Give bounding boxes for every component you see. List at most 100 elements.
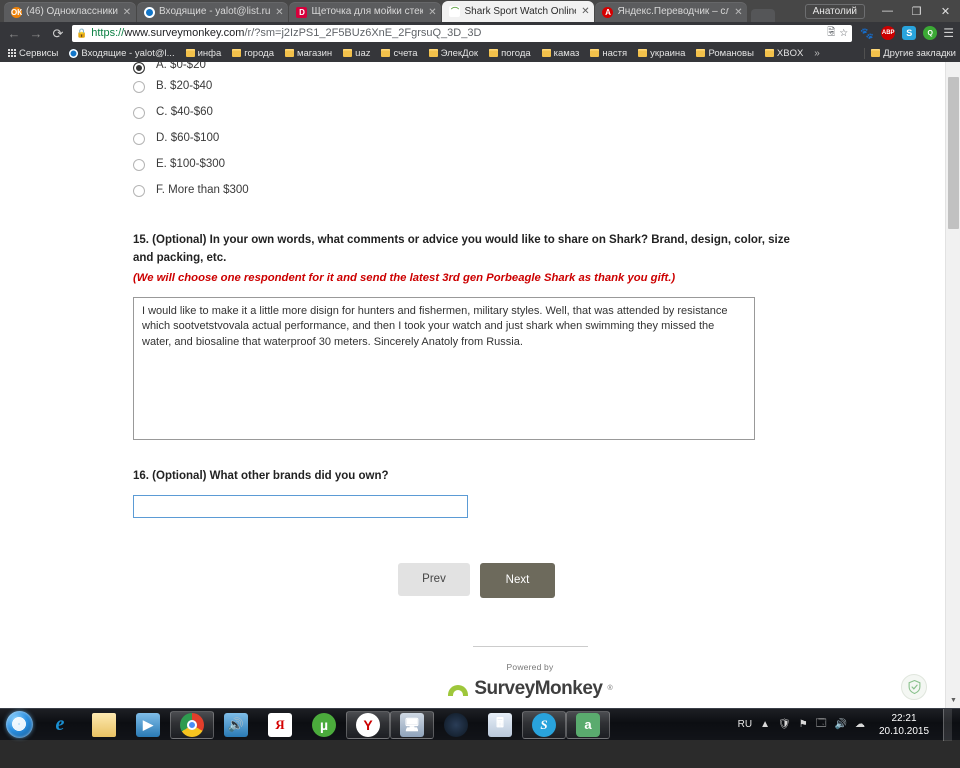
- page-scrollbar[interactable]: ▼: [945, 62, 960, 708]
- close-window-button[interactable]: ✕: [931, 1, 960, 21]
- tab-close-icon[interactable]: ✕: [122, 7, 132, 18]
- folder-icon: [185, 49, 195, 57]
- radio-option-b[interactable]: B. $20-$40: [133, 74, 945, 100]
- browser-tab-0[interactable]: ОК (46) Одноклассники ✕: [4, 2, 136, 22]
- volume-icon[interactable]: 🔊: [835, 719, 847, 730]
- browser-tab-3-active[interactable]: ⌒ Shark Sport Watch Online ✕: [442, 1, 595, 22]
- radio-button-icon[interactable]: [133, 185, 145, 197]
- bookmark-folder-elekdok[interactable]: ЭлекДок: [425, 47, 482, 60]
- bookmark-label: XBOX: [776, 47, 804, 59]
- chrome-icon: [180, 712, 204, 737]
- bookmark-folder-kamaz[interactable]: камаз: [538, 47, 584, 60]
- forward-arrow-icon[interactable]: →: [28, 27, 44, 40]
- adguard-assistant-badge[interactable]: [901, 674, 927, 700]
- browser-tab-1[interactable]: Входящие - yalot@list.ru ✕: [137, 2, 289, 22]
- tab-close-icon[interactable]: ✕: [274, 7, 284, 18]
- scrollbar-thumb[interactable]: [948, 77, 959, 229]
- taskbar-nvidia-app[interactable]: [434, 710, 478, 740]
- browser-tab-2[interactable]: D Щеточка для мойки стек ✕: [289, 2, 442, 22]
- bookmark-folder-infa[interactable]: инфа: [182, 47, 226, 60]
- radio-option-a[interactable]: A. $0-$20: [133, 62, 945, 74]
- taskbar-adguard[interactable]: a: [566, 710, 610, 739]
- taskbar-clock[interactable]: 22:21 20.10.2015: [873, 712, 935, 738]
- adguard-icon[interactable]: Q: [923, 26, 938, 40]
- bookmark-folder-goroda[interactable]: города: [228, 47, 278, 60]
- skype-icon[interactable]: S: [902, 26, 917, 40]
- survey-page: A. $0-$20 B. $20-$40 C. $40-$60 D. $60-$…: [0, 62, 945, 708]
- other-bookmarks-folder[interactable]: Другие закладки: [864, 47, 956, 59]
- maximize-button[interactable]: ❐: [902, 1, 931, 21]
- chrome-browser-window: ОК (46) Одноклассники ✕ Входящие - yalot…: [0, 0, 960, 736]
- bookmark-label: uaz: [355, 47, 371, 59]
- tab-close-icon[interactable]: ✕: [580, 6, 590, 17]
- shark-icon: ⌒: [449, 6, 461, 17]
- radio-option-e[interactable]: E. $100-$300: [133, 152, 945, 178]
- action-center-icon[interactable]: 🗔: [816, 716, 827, 733]
- bookmark-folder-uaz[interactable]: uaz: [339, 47, 374, 60]
- taskbar-yandex-app[interactable]: Я: [258, 710, 302, 740]
- minimize-button[interactable]: —: [873, 1, 902, 21]
- new-tab-button[interactable]: [751, 9, 776, 22]
- nvidia-icon: [444, 712, 468, 737]
- windows-start-orb[interactable]: [0, 710, 38, 740]
- clock-time: 22:21: [891, 712, 917, 724]
- taskbar-skype[interactable]: S: [522, 710, 566, 739]
- monkey-head-icon: [447, 682, 469, 697]
- bookmark-item-mail[interactable]: Входящие - yalot@l...: [65, 47, 178, 60]
- bookmark-folder-pogoda[interactable]: погода: [485, 47, 535, 60]
- speaker-icon: 🔊: [224, 712, 248, 737]
- radio-option-c[interactable]: C. $40-$60: [133, 100, 945, 126]
- taskbar-calculator[interactable]: 🖩: [478, 710, 522, 740]
- question-15-textarea[interactable]: [133, 296, 755, 440]
- adguard-tray-icon[interactable]: 🛡: [778, 719, 791, 730]
- bookmarks-overflow-icon[interactable]: »: [810, 48, 824, 59]
- tab-close-icon[interactable]: ✕: [733, 7, 743, 18]
- taskbar-remote-desktop[interactable]: 🖥: [390, 710, 434, 739]
- radio-option-label: E. $100-$300: [156, 158, 226, 171]
- radio-option-f[interactable]: F. More than $300: [133, 178, 945, 204]
- window-controls: Анатолий — ❐ ✕: [804, 0, 960, 22]
- bookmark-star-icon[interactable]: ☆: [839, 28, 848, 39]
- taskbar-volume-app[interactable]: 🔊: [214, 710, 258, 740]
- bookmark-folder-romanovy[interactable]: Романовы: [692, 47, 757, 60]
- paw-icon[interactable]: 🐾: [860, 26, 874, 40]
- translate-icon[interactable]: 🗟: [827, 25, 835, 42]
- taskbar-media-player[interactable]: ▶: [126, 710, 170, 740]
- show-desktop-button[interactable]: [943, 708, 952, 741]
- radio-option-d[interactable]: D. $60-$100: [133, 126, 945, 152]
- bookmark-item-services[interactable]: Сервисы: [4, 47, 62, 60]
- radio-button-icon[interactable]: [133, 81, 145, 93]
- tab-close-icon[interactable]: ✕: [427, 7, 437, 18]
- radio-button-icon[interactable]: [133, 159, 145, 171]
- taskbar-file-explorer[interactable]: [82, 710, 126, 740]
- radio-button-icon[interactable]: [133, 133, 145, 145]
- bookmark-folder-ukraina[interactable]: украина: [634, 47, 689, 60]
- show-hidden-icons-arrow[interactable]: ▲: [760, 719, 770, 730]
- radio-button-icon[interactable]: [133, 62, 145, 74]
- taskbar-utorrent[interactable]: µ: [302, 710, 346, 740]
- back-arrow-icon[interactable]: ←: [6, 27, 22, 40]
- bookmark-folder-scheta[interactable]: счета: [377, 47, 421, 60]
- adblock-plus-icon[interactable]: ABP: [881, 26, 896, 40]
- question-16-input[interactable]: [133, 494, 468, 518]
- cloud-sync-icon[interactable]: ☁: [855, 719, 865, 730]
- address-bar[interactable]: 🔒 https://www.surveymonkey.com/r/?sm=j2I…: [72, 24, 853, 42]
- browser-tab-4[interactable]: A Яндекс.Переводчик – сло ✕: [595, 2, 748, 22]
- reload-icon[interactable]: ⟳: [50, 27, 66, 40]
- next-button[interactable]: Next: [480, 562, 555, 598]
- network-flag-icon[interactable]: ⚑: [799, 719, 808, 730]
- radio-button-icon[interactable]: [133, 107, 145, 119]
- scroll-down-arrow-icon[interactable]: ▼: [946, 693, 960, 708]
- chrome-menu-icon[interactable]: ☰: [943, 27, 954, 39]
- radio-option-label: C. $40-$60: [156, 106, 213, 119]
- user-profile-chip[interactable]: Анатолий: [804, 3, 865, 19]
- taskbar-yandex-browser[interactable]: Y: [346, 710, 390, 739]
- bookmark-folder-nastya[interactable]: настя: [586, 47, 631, 60]
- taskbar-google-chrome[interactable]: [170, 710, 214, 739]
- tab-title: Яндекс.Переводчик – сло: [617, 6, 730, 17]
- prev-button[interactable]: Prev: [398, 562, 470, 596]
- bookmark-folder-xbox[interactable]: XBOX: [761, 47, 807, 60]
- language-indicator[interactable]: RU: [738, 719, 752, 730]
- bookmark-folder-magazin[interactable]: магазин: [281, 47, 336, 60]
- taskbar-internet-explorer[interactable]: e: [38, 710, 82, 740]
